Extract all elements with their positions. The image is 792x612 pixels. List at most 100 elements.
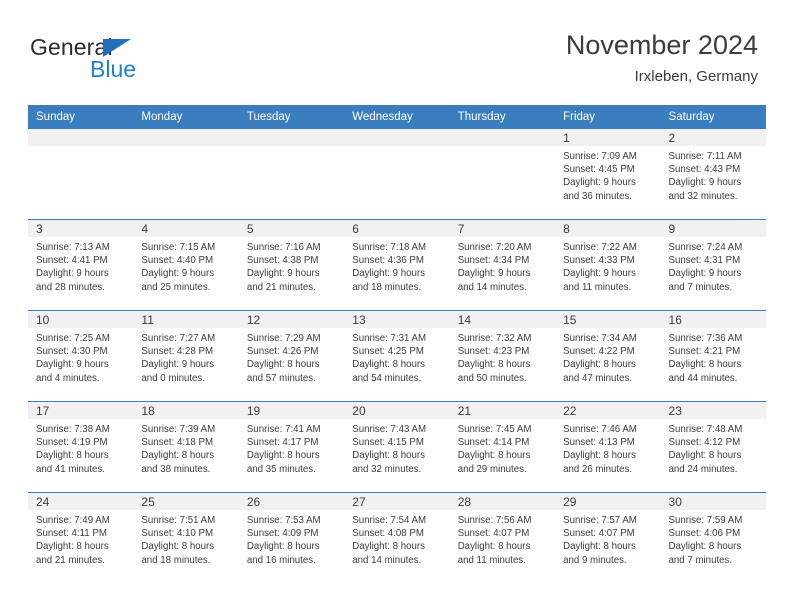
calendar-day-cell[interactable]: 3 Sunrise: 7:13 AM Sunset: 4:41 PM Daylight… [28, 219, 134, 311]
calendar-day-cell[interactable]: 22 Sunrise: 7:46 AM Sunset: 4:13 PM Dayligh… [555, 401, 661, 493]
calendar-empty-cell [449, 129, 556, 220]
sunset-text: Sunset: 4:38 PM [246, 255, 319, 267]
calendar-day-cell[interactable]: 1 Sunrise: 7:09 AM Sunset: 4:45 PM Daylight… [555, 129, 661, 220]
sunrise-text: Sunrise: 7:24 AM [668, 242, 743, 253]
sunset-text: Sunset: 4:41 PM [36, 255, 108, 267]
calendar-day-cell[interactable]: 18 Sunrise: 7:39 AM Sunset: 4:18 PM Dayligh… [133, 401, 239, 493]
daylight-text: Daylight: 8 hours [668, 541, 742, 553]
calendar-day-cell[interactable]: 13 Sunrise: 7:31 AM Sunset: 4:25 PM Dayligh… [344, 310, 450, 402]
day-details: Sunrise: 7:38 AM Sunset: 4:19 PM Daylight:… [28, 419, 133, 476]
calendar-day-cell[interactable]: 17 Sunrise: 7:38 AM Sunset: 4:19 PM Dayligh… [28, 401, 134, 493]
calendar-day-cell[interactable]: 25 Sunrise: 7:51 AM Sunset: 4:10 PM Dayligh… [133, 492, 239, 583]
calendar-day-cell[interactable]: 27 Sunrise: 7:54 AM Sunset: 4:08 PM Dayligh… [344, 492, 450, 583]
calendar-week-row: 17 Sunrise: 7:38 AM Sunset: 4:19 PM Dayligh… [28, 401, 766, 493]
calendar-empty-cell [28, 129, 134, 220]
sunrise-text: Sunrise: 7:49 AM [36, 515, 110, 526]
calendar-day-cell[interactable]: 15 Sunrise: 7:34 AM Sunset: 4:22 PM Dayligh… [555, 310, 661, 402]
day-number: 2 [660, 129, 766, 146]
day-cell-inner: 13 Sunrise: 7:31 AM Sunset: 4:25 PM Dayligh… [344, 311, 450, 401]
calendar-day-cell[interactable]: 23 Sunrise: 7:48 AM Sunset: 4:12 PM Dayligh… [660, 401, 766, 493]
day-number: 21 [449, 402, 556, 419]
sunrise-text: Sunrise: 7:53 AM [246, 515, 321, 526]
day-number: 30 [660, 493, 766, 510]
title-block: November 2024 Irxleben, Germany [566, 28, 758, 88]
sunrise-text: Sunrise: 7:20 AM [457, 242, 532, 253]
calendar-day-cell[interactable]: 28 Sunrise: 7:56 AM Sunset: 4:07 PM Dayligh… [449, 492, 556, 583]
day-cell-inner: 30 Sunrise: 7:59 AM Sunset: 4:06 PM Dayligh… [660, 493, 766, 583]
day-cell-inner: 16 Sunrise: 7:36 AM Sunset: 4:21 PM Dayligh… [660, 311, 766, 401]
calendar-day-cell[interactable]: 20 Sunrise: 7:43 AM Sunset: 4:15 PM Dayligh… [344, 401, 450, 493]
day-details: Sunrise: 7:16 AM Sunset: 4:38 PM Daylight:… [239, 237, 344, 294]
daylight-text-cont: and 25 minutes. [141, 281, 211, 293]
day-details: Sunrise: 7:09 AM Sunset: 4:45 PM Daylight:… [555, 146, 660, 203]
day-cell-inner: 7 Sunrise: 7:20 AM Sunset: 4:34 PM Daylight… [449, 220, 556, 310]
calendar-day-cell[interactable]: 11 Sunrise: 7:27 AM Sunset: 4:28 PM Dayligh… [133, 310, 239, 402]
sunrise-text: Sunrise: 7:45 AM [457, 424, 532, 435]
daylight-text: Daylight: 9 hours [668, 268, 742, 280]
calendar-day-cell[interactable]: 14 Sunrise: 7:32 AM Sunset: 4:23 PM Dayligh… [449, 310, 556, 402]
daylight-text-cont: and 9 minutes. [563, 554, 627, 566]
day-cell-inner: 14 Sunrise: 7:32 AM Sunset: 4:23 PM Dayligh… [449, 311, 556, 401]
calendar-day-cell[interactable]: 26 Sunrise: 7:53 AM Sunset: 4:09 PM Dayligh… [238, 492, 345, 583]
daylight-text: Daylight: 9 hours [563, 268, 636, 280]
calendar-day-cell[interactable]: 29 Sunrise: 7:57 AM Sunset: 4:07 PM Dayligh… [555, 492, 661, 583]
sunset-text: Sunset: 4:34 PM [457, 255, 530, 267]
day-details: Sunrise: 7:54 AM Sunset: 4:08 PM Daylight:… [344, 510, 449, 567]
sunset-text: Sunset: 4:14 PM [457, 437, 530, 449]
sunset-text: Sunset: 4:17 PM [246, 437, 319, 449]
daylight-text-cont: and 47 minutes. [563, 372, 633, 384]
daylight-text-cont: and 18 minutes. [141, 554, 211, 566]
calendar-week-row: 1 Sunrise: 7:09 AM Sunset: 4:45 PM Daylight… [28, 129, 766, 220]
calendar-empty-cell [238, 129, 345, 220]
calendar-day-cell[interactable]: 2 Sunrise: 7:11 AM Sunset: 4:43 PM Daylight… [660, 129, 766, 220]
calendar-page: General Blue November 2024 Irxleben, Ger… [0, 0, 792, 612]
calendar-day-cell[interactable]: 4 Sunrise: 7:15 AM Sunset: 4:40 PM Daylight… [133, 219, 239, 311]
calendar-day-cell[interactable]: 30 Sunrise: 7:59 AM Sunset: 4:06 PM Dayligh… [660, 492, 766, 583]
calendar-day-cell[interactable]: 10 Sunrise: 7:25 AM Sunset: 4:30 PM Dayligh… [28, 310, 134, 402]
daylight-text-cont: and 21 minutes. [246, 281, 316, 293]
sunset-text: Sunset: 4:25 PM [352, 346, 424, 358]
sunrise-text: Sunrise: 7:22 AM [563, 242, 637, 253]
day-number: 3 [28, 220, 134, 237]
sunrise-text: Sunrise: 7:32 AM [457, 333, 532, 344]
calendar-day-cell[interactable]: 8 Sunrise: 7:22 AM Sunset: 4:33 PM Daylight… [555, 219, 661, 311]
day-number: 10 [28, 311, 134, 328]
day-number: 6 [344, 220, 450, 237]
day-cell-inner: 29 Sunrise: 7:57 AM Sunset: 4:07 PM Dayligh… [555, 493, 661, 583]
calendar-day-cell[interactable]: 21 Sunrise: 7:45 AM Sunset: 4:14 PM Dayligh… [449, 401, 556, 493]
day-details: Sunrise: 7:49 AM Sunset: 4:11 PM Daylight:… [28, 510, 133, 567]
calendar-day-cell[interactable]: 5 Sunrise: 7:16 AM Sunset: 4:38 PM Daylight… [238, 219, 345, 311]
sunrise-text: Sunrise: 7:51 AM [141, 515, 216, 526]
calendar-day-cell[interactable]: 16 Sunrise: 7:36 AM Sunset: 4:21 PM Dayligh… [660, 310, 766, 402]
day-cell-inner: 22 Sunrise: 7:46 AM Sunset: 4:13 PM Dayligh… [555, 402, 661, 492]
day-cell-inner [238, 129, 345, 219]
calendar-day-cell[interactable]: 12 Sunrise: 7:29 AM Sunset: 4:26 PM Dayligh… [238, 310, 345, 402]
weekday-header: Sunday Monday Tuesday Wednesday Thursday… [28, 105, 766, 129]
weekday-header-wednesday: Wednesday [344, 105, 450, 129]
daylight-text: Daylight: 8 hours [457, 450, 531, 462]
sunset-text: Sunset: 4:23 PM [457, 346, 530, 358]
daylight-text-cont: and 24 minutes. [668, 463, 738, 475]
calendar-day-cell[interactable]: 7 Sunrise: 7:20 AM Sunset: 4:34 PM Daylight… [449, 219, 556, 311]
sunset-text: Sunset: 4:31 PM [668, 255, 741, 267]
page-title: November 2024 [565, 30, 758, 60]
day-cell-inner: 8 Sunrise: 7:22 AM Sunset: 4:33 PM Daylight… [555, 220, 661, 310]
calendar-week-row: 10 Sunrise: 7:25 AM Sunset: 4:30 PM Dayligh… [28, 310, 766, 402]
calendar-day-cell[interactable]: 24 Sunrise: 7:49 AM Sunset: 4:11 PM Dayligh… [28, 492, 134, 583]
calendar-day-cell[interactable]: 9 Sunrise: 7:24 AM Sunset: 4:31 PM Daylight… [660, 219, 766, 311]
day-cell-inner [344, 129, 450, 219]
day-number: 23 [660, 402, 766, 419]
daylight-text: Daylight: 8 hours [36, 450, 109, 462]
day-details: Sunrise: 7:48 AM Sunset: 4:12 PM Daylight:… [661, 419, 766, 476]
calendar-day-cell[interactable]: 6 Sunrise: 7:18 AM Sunset: 4:36 PM Daylight… [344, 219, 450, 311]
day-details: Sunrise: 7:32 AM Sunset: 4:23 PM Daylight:… [450, 328, 555, 385]
weekday-header-sunday: Sunday [28, 105, 134, 129]
day-details: Sunrise: 7:11 AM Sunset: 4:43 PM Daylight:… [661, 146, 766, 203]
sunrise-text: Sunrise: 7:46 AM [563, 424, 637, 435]
calendar-day-cell[interactable]: 19 Sunrise: 7:41 AM Sunset: 4:17 PM Dayligh… [238, 401, 345, 493]
day-cell-inner: 11 Sunrise: 7:27 AM Sunset: 4:28 PM Dayligh… [133, 311, 239, 401]
sunset-text: Sunset: 4:30 PM [36, 346, 108, 358]
daylight-text-cont: and 44 minutes. [668, 372, 738, 384]
generalblue-logo[interactable]: General Blue [30, 34, 170, 90]
daylight-text: Daylight: 8 hours [563, 541, 636, 553]
